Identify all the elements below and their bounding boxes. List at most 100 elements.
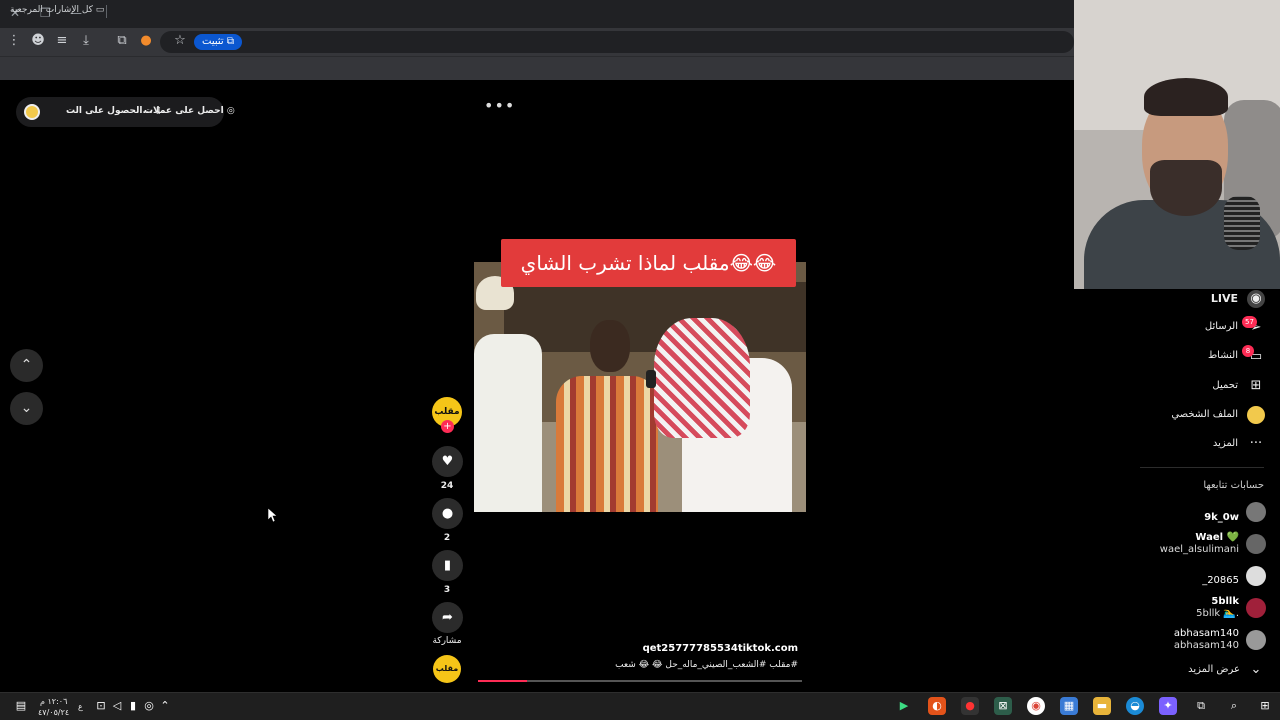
downloads-icon[interactable]: ⤓ [78, 33, 94, 49]
avatar[interactable] [1246, 502, 1266, 522]
video-description: #مقلب #الشعب_الصيني_ماله_حل 😂 😂 شعب [615, 660, 798, 670]
chevron-up-icon: ⌃ [20, 357, 33, 373]
account-name[interactable]: Wael 💚 [1120, 532, 1239, 543]
avatar[interactable] [1246, 598, 1266, 618]
avatar[interactable] [1246, 566, 1266, 586]
account-name[interactable]: 9k_0w [1120, 512, 1239, 523]
file-explorer-icon[interactable]: ▬ [1093, 697, 1111, 715]
cam-hair [1144, 78, 1228, 116]
avatar[interactable] [24, 104, 40, 120]
share-button[interactable]: ➦ [432, 602, 463, 633]
account-handle: wael_alsulimani [1159, 544, 1239, 555]
coin-icon: ◎ [226, 106, 235, 116]
save-button[interactable]: ▮ [432, 550, 463, 581]
sidebar-item-activity[interactable]: النشاط [1118, 350, 1238, 361]
heart-icon: ♥ [441, 454, 454, 469]
mouse-cursor-icon [268, 508, 278, 522]
language-indicator[interactable]: ع [78, 702, 83, 711]
windows-start-icon[interactable]: ⊞ [1256, 697, 1274, 715]
video-progress-fill [478, 680, 527, 682]
cam-beard [1150, 160, 1222, 216]
share-label: مشاركة [432, 636, 462, 646]
following-heading: حسابات تتابعها [1203, 480, 1264, 491]
chevron-down-icon: ⌄ [20, 400, 33, 416]
account-handle: 5bllk 🏊‍♂️. [1196, 608, 1239, 619]
folder-icon: ▭ [95, 5, 105, 15]
video-caption-overlay: مقلب لماذا تشرب الشاي😂😂 [501, 239, 796, 287]
copilot-icon[interactable]: ✦ [1159, 697, 1177, 715]
account-name[interactable]: _20865 [1120, 575, 1239, 586]
sidebar-item-live[interactable]: LIVE [1118, 292, 1238, 305]
address-bar[interactable] [160, 31, 1074, 53]
like-button[interactable]: ♥ [432, 446, 463, 477]
video-player[interactable] [474, 262, 806, 512]
video-person-left [474, 334, 542, 512]
bookmarks-divider [106, 5, 107, 18]
get-coins-label: احصل على عملات [144, 106, 224, 116]
more-options-icon[interactable]: ••• [484, 96, 515, 115]
app-xbox-icon[interactable]: ⊠ [994, 697, 1012, 715]
all-bookmarks-button[interactable]: كل الإشارات المرجعية ▭ [10, 5, 104, 15]
activity-badge: 8 [1242, 345, 1254, 357]
cam-microphone [1224, 196, 1260, 250]
extensions-icon[interactable]: ⧉ [114, 33, 130, 49]
account-name[interactable]: 5bllk [1120, 596, 1239, 607]
save-count: 3 [443, 585, 451, 595]
sidebar-item-more[interactable]: المزيد [1118, 438, 1238, 449]
account-name[interactable]: abhasam140 [1120, 628, 1239, 639]
upload-plus-icon: ⊞ [1250, 378, 1262, 393]
more-dots-icon: ··· [1249, 436, 1263, 451]
live-icon[interactable]: ◉ [1247, 290, 1265, 308]
store-icon[interactable]: ▦ [1060, 697, 1078, 715]
get-coins-button[interactable]: احصل على عملات ◎ [144, 106, 235, 116]
bookmark-icon: ▮ [443, 558, 452, 573]
install-label: تثبيت [202, 36, 224, 47]
all-bookmarks-label: كل الإشارات المرجعية [10, 5, 93, 15]
previous-video-button[interactable]: ⌃ [10, 349, 43, 382]
show-hidden-icons-icon[interactable]: ⌃ [156, 697, 174, 715]
webcam-overlay [1074, 0, 1280, 289]
notifications-icon[interactable]: ▤ [12, 697, 30, 715]
extension-icon[interactable]: ● [138, 33, 154, 49]
account-handle: abhasam140 [1173, 640, 1239, 651]
bookmark-star-icon[interactable]: ☆ [172, 33, 188, 49]
chrome-icon[interactable]: ◉ [1027, 697, 1045, 715]
sidebar-item-messages[interactable]: الرسائل [1118, 321, 1238, 332]
install-app-button[interactable]: تثبيت ⧉ [194, 34, 242, 50]
next-video-button[interactable]: ⌄ [10, 392, 43, 425]
video-author[interactable]: qet25777785534tiktok.com [600, 643, 798, 654]
profile-avatar-icon [1247, 406, 1265, 424]
follow-plus-icon[interactable]: + [441, 420, 454, 433]
video-ghutra [654, 318, 750, 438]
comment-icon: ● [441, 506, 454, 521]
get-app-label: الحصول على الت... [66, 106, 153, 116]
clock-date[interactable]: ٤٧/٠٥/٢٤ [38, 708, 69, 717]
app-obs-icon[interactable]: ● [961, 697, 979, 715]
app-crunchyroll-icon[interactable]: ◐ [928, 697, 946, 715]
video-person-middle [556, 376, 658, 512]
clock-time[interactable]: ١٢:٠٦ م [40, 697, 67, 706]
sidebar-item-upload[interactable]: تحميل [1118, 380, 1238, 391]
comment-count: 2 [443, 533, 451, 543]
messages-badge: 57 [1242, 316, 1257, 328]
sidebar-item-profile[interactable]: الملف الشخصي [1118, 409, 1238, 420]
video-microphone [646, 370, 656, 388]
taskbar [0, 692, 1280, 720]
app-play-icon[interactable]: ▶ [895, 697, 913, 715]
video-progress-bar[interactable] [478, 680, 802, 682]
profile-icon[interactable]: ☻ [30, 33, 46, 49]
sidebar-divider [1140, 467, 1264, 468]
task-view-icon[interactable]: ⧉ [1192, 697, 1210, 715]
like-count: 24 [440, 481, 454, 491]
chevron-down-icon[interactable]: ⌄ [1247, 661, 1265, 679]
avatar[interactable] [1246, 534, 1266, 554]
comment-button[interactable]: ● [432, 498, 463, 529]
video-background-shop [504, 282, 806, 352]
search-icon[interactable]: ⌕ [1225, 697, 1243, 715]
reading-list-icon[interactable]: ≡ [54, 33, 70, 49]
see-more-button[interactable]: عرض المزيد [1118, 664, 1240, 675]
browser-menu-icon[interactable]: ⋮ [6, 33, 22, 49]
edge-icon[interactable]: ◒ [1126, 697, 1144, 715]
avatar[interactable] [1246, 630, 1266, 650]
music-disc[interactable]: مقلب [433, 655, 461, 683]
